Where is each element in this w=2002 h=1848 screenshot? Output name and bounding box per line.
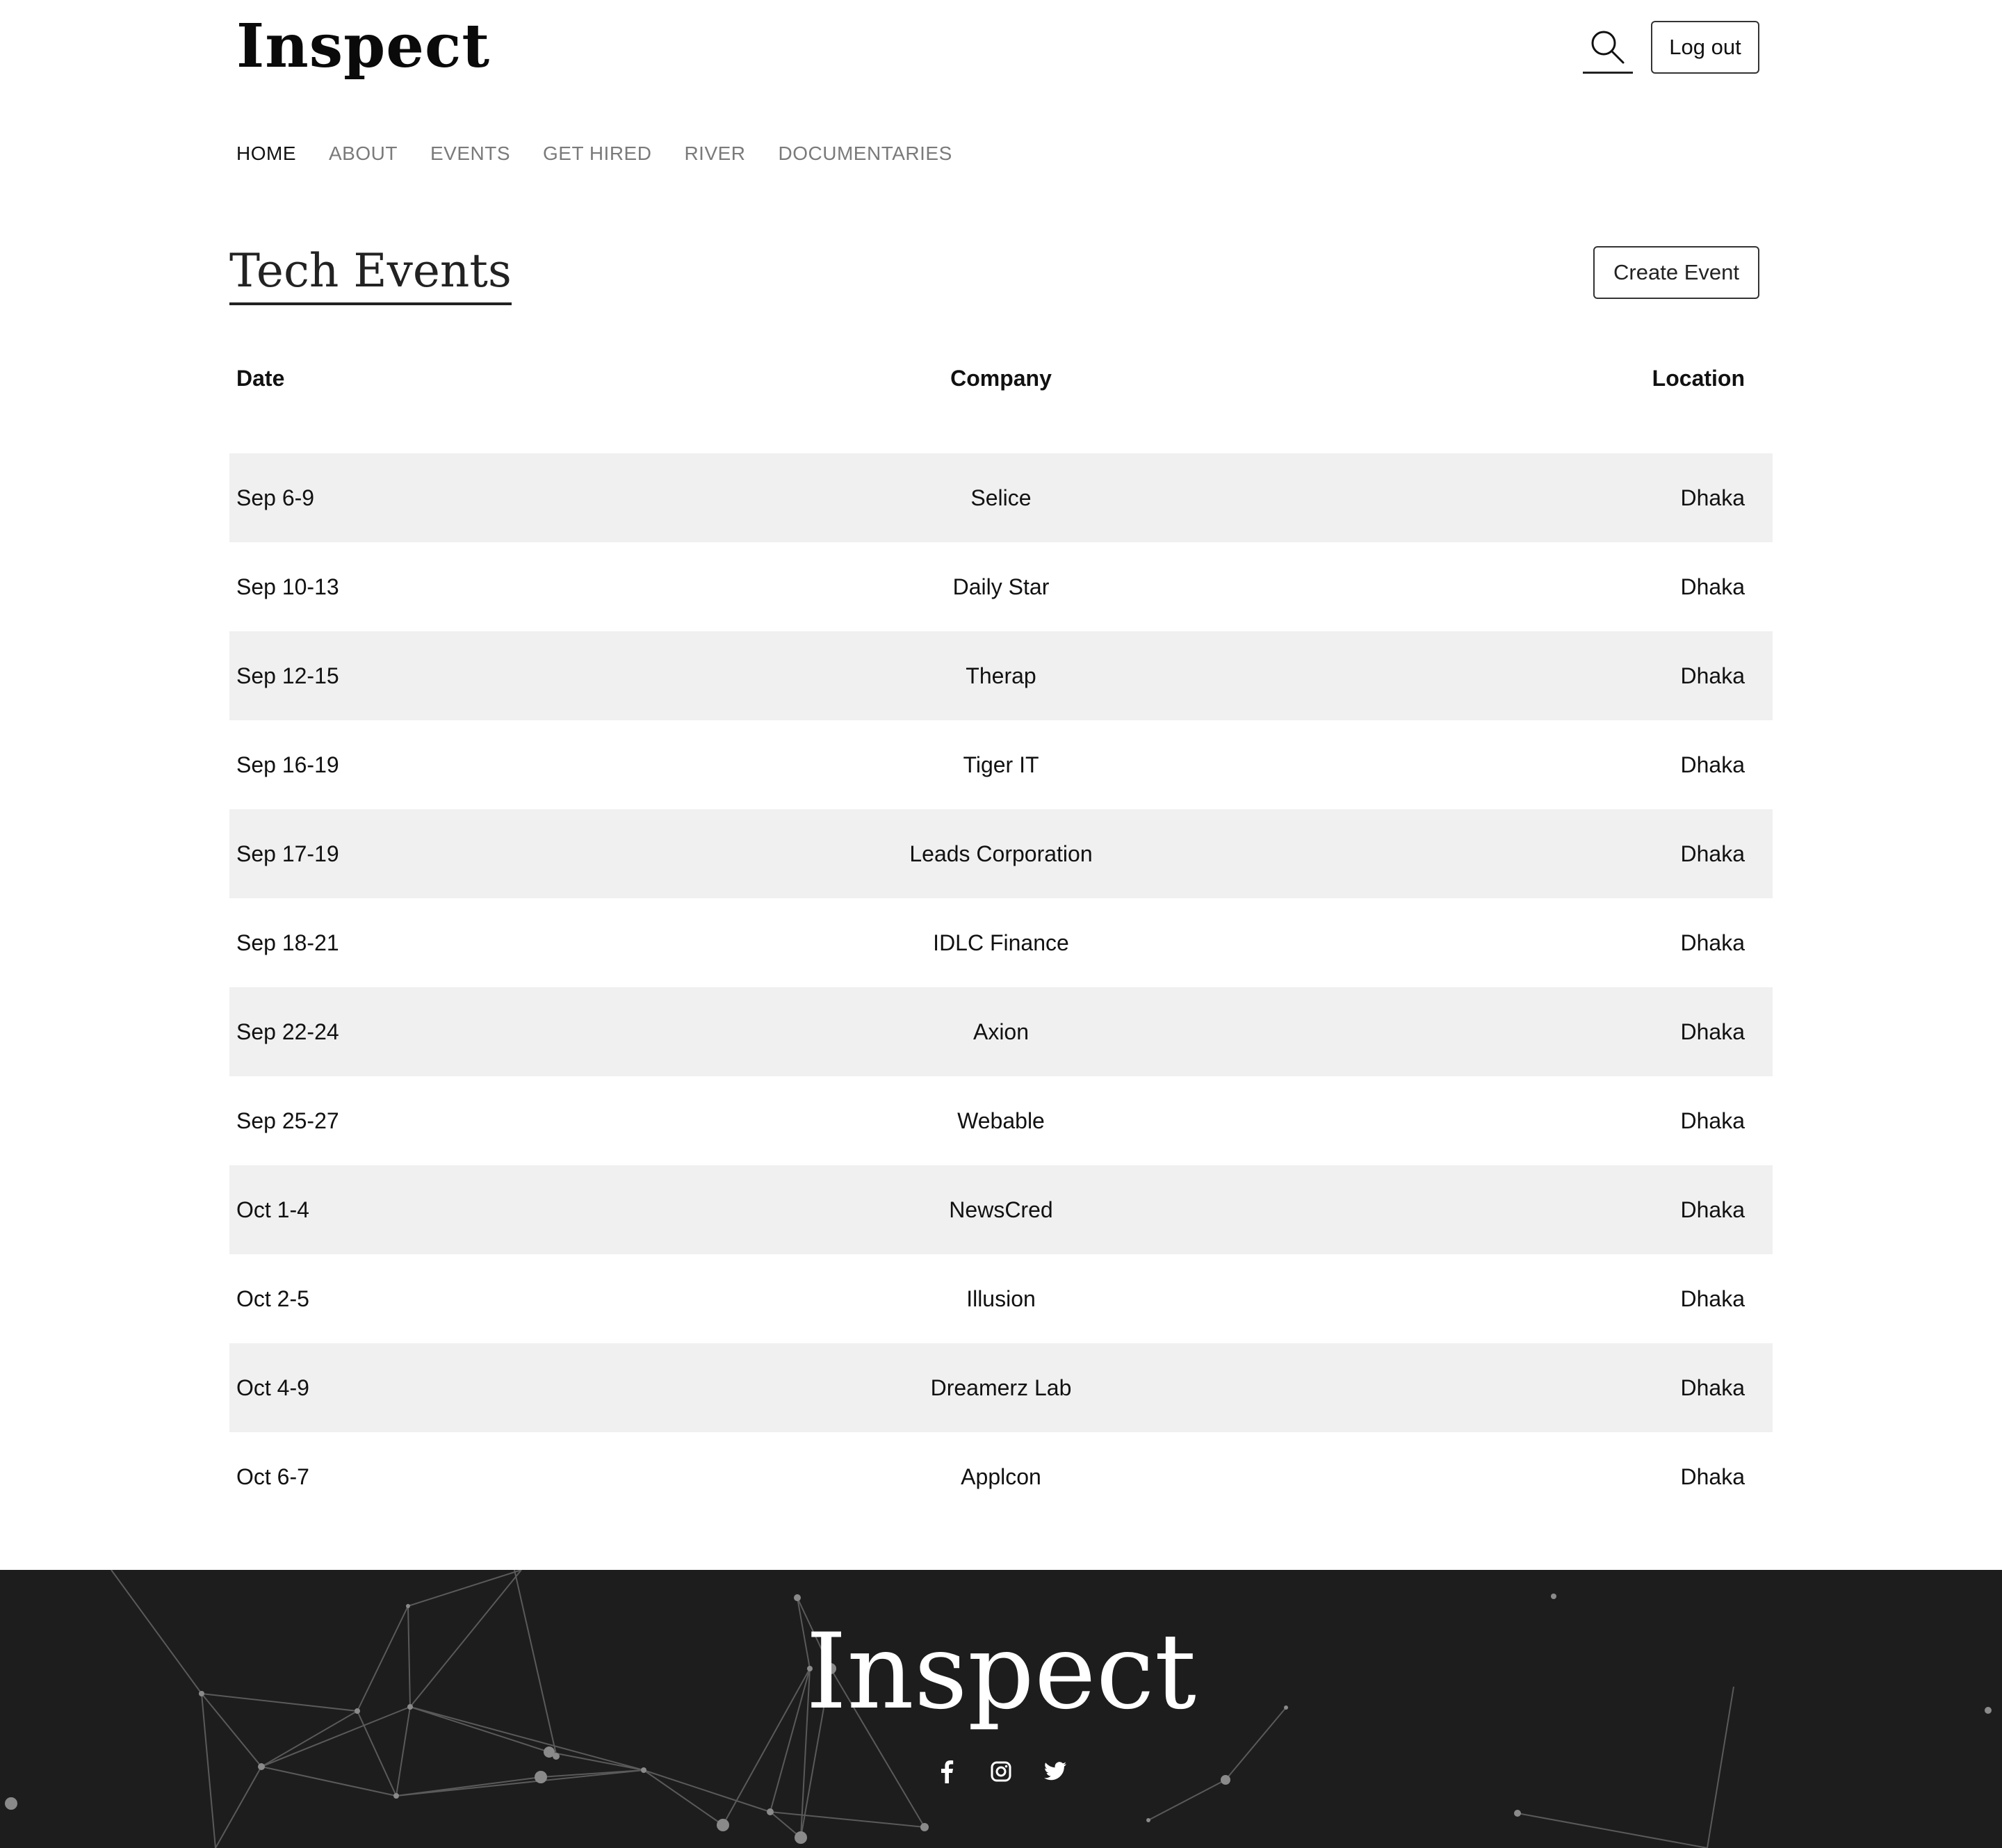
table-row[interactable]: Sep 6-9 Selice Dhaka [229, 453, 1773, 542]
nav-item-events[interactable]: EVENTS [430, 143, 510, 165]
table-header-row: Date Company Location [229, 355, 1773, 414]
cell-company: IDLC Finance [933, 930, 1069, 955]
cell-location: Dhaka [1680, 663, 1745, 688]
column-header-company[interactable]: Company [754, 355, 1248, 414]
cell-location: Dhaka [1680, 485, 1745, 510]
footer-logo[interactable]: Inspect [0, 1613, 2002, 1731]
cell-location: Dhaka [1680, 1108, 1745, 1133]
events-table: Date Company Location Sep 6-9 Selice Dhaka… [229, 355, 1773, 1521]
table-row[interactable]: Sep 12-15 Therap Dhaka [229, 631, 1773, 720]
site-footer: Inspect [0, 1570, 2002, 1848]
column-header-location[interactable]: Location [1248, 355, 1773, 414]
table-row[interactable]: Sep 22-24 Axion Dhaka [229, 987, 1773, 1076]
cell-company: NewsCred [949, 1197, 1053, 1222]
cell-date: Sep 10-13 [236, 574, 339, 599]
cell-location: Dhaka [1680, 574, 1745, 599]
table-row[interactable]: Sep 16-19 Tiger IT Dhaka [229, 720, 1773, 809]
cell-location: Dhaka [1680, 1286, 1745, 1311]
cell-company: Therap [966, 663, 1036, 688]
table-row[interactable]: Sep 25-27 Webable Dhaka [229, 1076, 1773, 1165]
cell-location: Dhaka [1680, 1464, 1745, 1489]
table-spacer [229, 414, 1773, 453]
column-header-date[interactable]: Date [229, 355, 754, 414]
table-row[interactable]: Oct 6-7 Applcon Dhaka [229, 1432, 1773, 1521]
cell-date: Sep 16-19 [236, 752, 339, 777]
table-row[interactable]: Sep 18-21 IDLC Finance Dhaka [229, 898, 1773, 987]
cell-company: Dreamerz Lab [930, 1375, 1072, 1400]
nav-item-documentaries[interactable]: DOCUMENTARIES [779, 143, 952, 165]
cell-date: Oct 2-5 [236, 1286, 309, 1311]
table-row[interactable]: Sep 17-19 Leads Corporation Dhaka [229, 809, 1773, 898]
nav-item-home[interactable]: HOME [236, 143, 296, 165]
create-event-button[interactable]: Create Event [1593, 246, 1759, 299]
nav-item-get-hired[interactable]: GET HIRED [543, 143, 651, 165]
nav-item-river[interactable]: RIVER [684, 143, 745, 165]
cell-location: Dhaka [1680, 1019, 1745, 1044]
cell-date: Sep 17-19 [236, 841, 339, 866]
facebook-icon[interactable] [934, 1759, 959, 1784]
cell-date: Sep 6-9 [236, 485, 315, 510]
cell-date: Sep 22-24 [236, 1019, 339, 1044]
cell-location: Dhaka [1680, 752, 1745, 777]
page-title: Tech Events [229, 240, 512, 305]
cell-date: Oct 1-4 [236, 1197, 309, 1222]
cell-location: Dhaka [1680, 1197, 1745, 1222]
twitter-icon[interactable] [1043, 1759, 1068, 1784]
search-button[interactable] [1583, 24, 1633, 74]
cell-location: Dhaka [1680, 930, 1745, 955]
cell-location: Dhaka [1680, 1375, 1745, 1400]
cell-company: Leads Corporation [909, 841, 1093, 866]
cell-date: Sep 12-15 [236, 663, 339, 688]
cell-date: Sep 25-27 [236, 1108, 339, 1133]
cell-location: Dhaka [1680, 841, 1745, 866]
instagram-icon[interactable] [988, 1759, 1014, 1784]
table-row[interactable]: Sep 10-13 Daily Star Dhaka [229, 542, 1773, 631]
nav-item-about[interactable]: ABOUT [329, 143, 398, 165]
cell-company: Illusion [966, 1286, 1036, 1311]
logout-button[interactable]: Log out [1651, 21, 1759, 74]
cell-company: Webable [957, 1108, 1045, 1133]
cell-date: Sep 18-21 [236, 930, 339, 955]
cell-company: Tiger IT [963, 752, 1039, 777]
site-logo[interactable]: Inspect [236, 8, 490, 85]
main-nav: HOME ABOUT EVENTS GET HIRED RIVER DOCUME… [236, 143, 952, 165]
table-row[interactable]: Oct 4-9 Dreamerz Lab Dhaka [229, 1343, 1773, 1432]
table-row[interactable]: Oct 1-4 NewsCred Dhaka [229, 1165, 1773, 1254]
table-body: Sep 6-9 Selice Dhaka Sep 10-13 Daily Star Dh… [229, 414, 1773, 1521]
cell-company: Daily Star [952, 574, 1050, 599]
cell-company: Applcon [961, 1464, 1041, 1489]
cell-date: Oct 6-7 [236, 1464, 309, 1489]
cell-company: Axion [972, 1019, 1030, 1044]
cell-date: Oct 4-9 [236, 1375, 309, 1400]
cell-company: Selice [970, 485, 1032, 510]
table-row[interactable]: Oct 2-5 Illusion Dhaka [229, 1254, 1773, 1343]
search-icon [1591, 31, 1625, 64]
social-links [0, 1759, 2002, 1784]
